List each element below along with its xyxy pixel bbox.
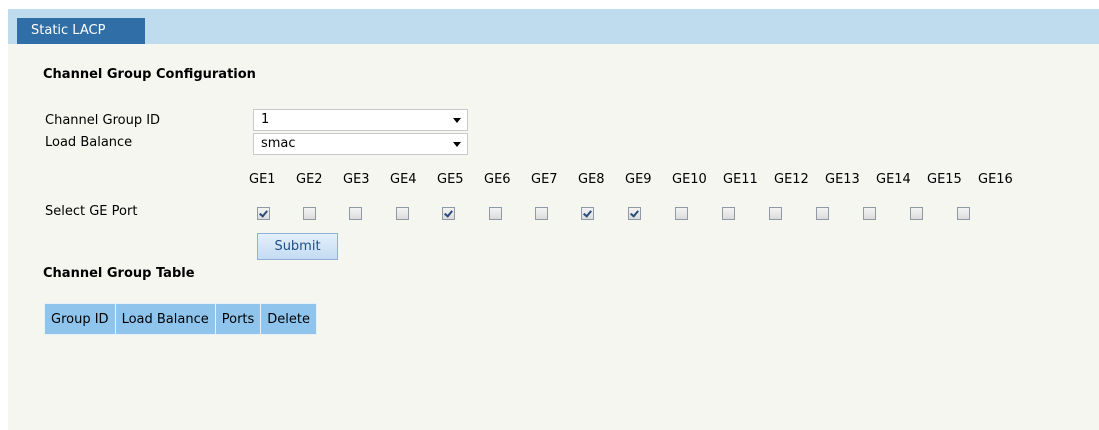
group-id-label: Channel Group ID <box>45 113 161 128</box>
port-header-ge14: GE14 <box>876 172 911 187</box>
checkbox-ge4[interactable] <box>396 207 409 220</box>
port-header-ge5: GE5 <box>437 172 464 187</box>
port-header-ge16: GE16 <box>978 172 1013 187</box>
port-header-ge7: GE7 <box>531 172 558 187</box>
lacp-panel: Static LACP Channel Group Configuration … <box>8 9 1099 430</box>
port-header-ge9: GE9 <box>625 172 652 187</box>
port-header-ge1: GE1 <box>249 172 276 187</box>
table-section-title: Channel Group Table <box>43 266 195 281</box>
checkbox-ge11[interactable] <box>722 207 735 220</box>
port-header-ge6: GE6 <box>484 172 511 187</box>
checkbox-ge1[interactable] <box>257 207 270 220</box>
port-header-ge10: GE10 <box>672 172 707 187</box>
col-ports: Ports <box>214 303 262 335</box>
port-header-ge11: GE11 <box>723 172 758 187</box>
tab-static-lacp[interactable]: Static LACP <box>17 18 145 44</box>
checkbox-ge6[interactable] <box>489 207 502 220</box>
dropdown-arrow-icon <box>453 142 461 147</box>
col-load-balance: Load Balance <box>114 303 216 335</box>
port-header-ge3: GE3 <box>343 172 370 187</box>
port-header-ge2: GE2 <box>296 172 323 187</box>
checkbox-ge13[interactable] <box>816 207 829 220</box>
config-section-title: Channel Group Configuration <box>43 67 256 82</box>
port-header-ge4: GE4 <box>390 172 417 187</box>
load-balance-select[interactable]: smac <box>253 133 468 155</box>
checkbox-ge12[interactable] <box>769 207 782 220</box>
checkbox-ge8[interactable] <box>581 207 594 220</box>
checkbox-ge10[interactable] <box>675 207 688 220</box>
port-header-ge15: GE15 <box>927 172 962 187</box>
checkbox-ge14[interactable] <box>863 207 876 220</box>
port-header-ge13: GE13 <box>825 172 860 187</box>
col-delete: Delete <box>260 303 317 335</box>
group-id-select[interactable]: 1 <box>253 109 468 131</box>
submit-button[interactable]: Submit <box>257 233 338 260</box>
port-header-ge12: GE12 <box>774 172 809 187</box>
tab-bar: Static LACP <box>8 9 1099 44</box>
channel-group-table: Group ID Load Balance Ports Delete <box>44 303 317 335</box>
checkbox-ge3[interactable] <box>349 207 362 220</box>
load-balance-value: smac <box>261 136 296 151</box>
checkbox-ge9[interactable] <box>628 207 641 220</box>
checkbox-ge7[interactable] <box>535 207 548 220</box>
load-balance-label: Load Balance <box>45 135 133 150</box>
table-header-row: Group ID Load Balance Ports Delete <box>44 303 317 335</box>
checkbox-ge2[interactable] <box>303 207 316 220</box>
col-group-id: Group ID <box>44 303 116 335</box>
checkbox-ge5[interactable] <box>442 207 455 220</box>
dropdown-arrow-icon <box>453 118 461 123</box>
checkbox-ge15[interactable] <box>910 207 923 220</box>
checkbox-ge16[interactable] <box>957 207 970 220</box>
port-header-ge8: GE8 <box>578 172 605 187</box>
select-ge-port-label: Select GE Port <box>45 204 138 219</box>
group-id-value: 1 <box>261 112 270 127</box>
